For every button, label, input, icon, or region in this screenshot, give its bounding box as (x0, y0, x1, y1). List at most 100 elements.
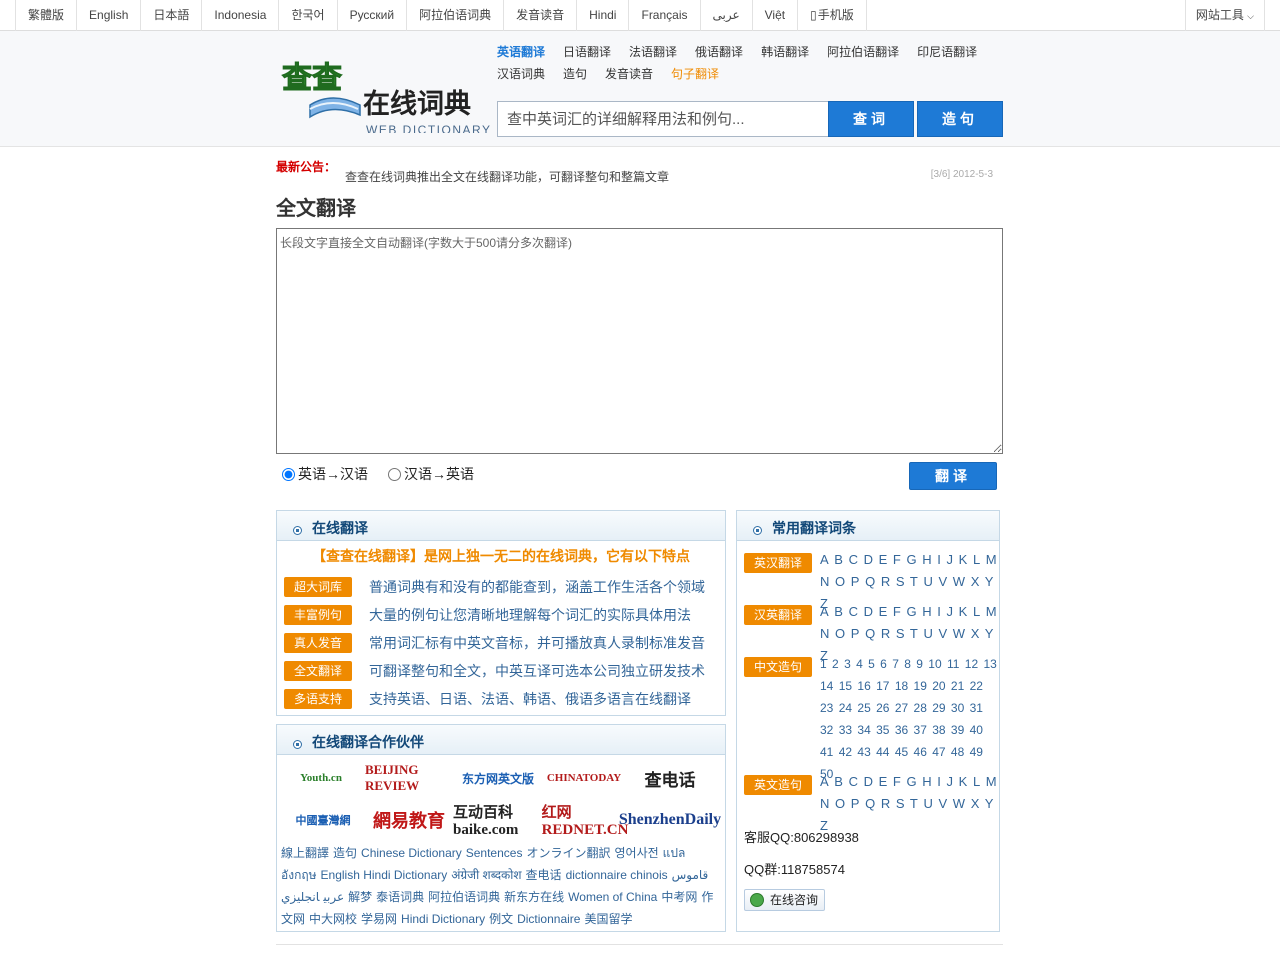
letter-link[interactable]: M (986, 552, 997, 567)
number-link[interactable]: 44 (876, 745, 889, 759)
language-link[interactable]: English (77, 0, 142, 31)
partner-link[interactable]: 学易网 (361, 912, 397, 926)
number-link[interactable]: 9 (916, 657, 923, 671)
number-link[interactable]: 42 (839, 745, 852, 759)
partner-link[interactable]: Dictionnaire (517, 912, 580, 926)
partner-logo[interactable]: 红网 REDNET.CN (542, 803, 629, 838)
number-link[interactable]: 35 (876, 723, 889, 737)
partner-link[interactable]: 中大网校 (309, 912, 357, 926)
partner-link[interactable]: 線上翻譯 (281, 846, 329, 860)
nav-link[interactable]: 造句 (563, 65, 587, 82)
number-link[interactable]: 49 (970, 745, 983, 759)
radio-en-zh[interactable]: 英语→汉语 (282, 464, 368, 484)
letter-link[interactable]: B (834, 604, 843, 619)
query-button[interactable]: 查词 (828, 101, 914, 137)
letter-link[interactable]: D (864, 604, 873, 619)
number-link[interactable]: 33 (839, 723, 852, 737)
letter-link[interactable]: P (851, 574, 860, 589)
letter-link[interactable]: H (922, 552, 931, 567)
nav-link[interactable]: 法语翻译 (629, 43, 677, 60)
number-link[interactable]: 39 (951, 723, 964, 737)
number-link[interactable]: 14 (820, 679, 833, 693)
letter-link[interactable]: A (820, 604, 829, 619)
letter-link[interactable]: J (947, 604, 954, 619)
language-link[interactable]: 한국어 (279, 0, 338, 31)
letter-link[interactable]: O (835, 574, 845, 589)
number-link[interactable]: 36 (895, 723, 908, 737)
letter-link[interactable]: E (879, 774, 888, 789)
letter-link[interactable]: E (879, 552, 888, 567)
number-link[interactable]: 38 (932, 723, 945, 737)
partner-logo[interactable]: ShenzhenDaily (619, 803, 721, 837)
letter-link[interactable]: Y (985, 626, 994, 641)
nav-link[interactable]: 英语翻译 (497, 43, 545, 60)
letter-link[interactable]: S (896, 796, 905, 811)
letter-link[interactable]: D (864, 552, 873, 567)
number-link[interactable]: 15 (839, 679, 852, 693)
letter-link[interactable]: H (922, 774, 931, 789)
nav-link[interactable]: 韩语翻译 (761, 43, 809, 60)
letter-link[interactable]: A (820, 774, 829, 789)
number-link[interactable]: 17 (876, 679, 889, 693)
letter-link[interactable]: B (834, 774, 843, 789)
letter-link[interactable]: V (938, 574, 947, 589)
partner-link[interactable]: 造句 (333, 846, 357, 860)
letter-link[interactable]: P (851, 796, 860, 811)
letter-link[interactable]: T (910, 796, 918, 811)
number-link[interactable]: 3 (844, 657, 851, 671)
letter-link[interactable]: I (937, 552, 941, 567)
nav-link[interactable]: 阿拉伯语翻译 (827, 43, 899, 60)
partner-link[interactable]: オンライン翻訳 (526, 846, 610, 860)
number-link[interactable]: 6 (880, 657, 887, 671)
letter-link[interactable]: Y (985, 796, 994, 811)
number-link[interactable]: 26 (876, 701, 889, 715)
partner-logo[interactable]: Youth.cn (281, 761, 361, 795)
partner-link[interactable]: 查电话 (526, 868, 562, 882)
number-link[interactable]: 34 (857, 723, 870, 737)
number-link[interactable]: 37 (914, 723, 927, 737)
partner-logo[interactable]: 东方网英文版 (453, 761, 543, 795)
feature-text[interactable]: 常用词汇标有中英文音标，并可播放真人录制标准发音 (369, 633, 705, 653)
letter-link[interactable]: R (881, 796, 890, 811)
partner-logo[interactable]: 查电话 (625, 761, 715, 795)
letter-link[interactable]: X (971, 796, 980, 811)
letter-link[interactable]: U (923, 626, 932, 641)
letter-link[interactable]: Q (865, 574, 875, 589)
letter-link[interactable]: F (893, 774, 901, 789)
letter-link[interactable]: G (907, 552, 917, 567)
number-link[interactable]: 19 (914, 679, 927, 693)
partner-link[interactable]: 泰语词典 (376, 890, 424, 904)
number-link[interactable]: 47 (932, 745, 945, 759)
partner-link[interactable]: 美国留学 (584, 912, 632, 926)
letter-link[interactable]: G (907, 604, 917, 619)
letter-link[interactable]: F (893, 604, 901, 619)
language-link[interactable]: 繁體版 (16, 0, 78, 31)
language-link[interactable]: Français (629, 0, 701, 31)
radio-zh-en[interactable]: 汉语→英语 (388, 464, 474, 484)
number-link[interactable]: 16 (857, 679, 870, 693)
partner-link[interactable]: 解梦 (348, 890, 372, 904)
letter-link[interactable]: Y (985, 574, 994, 589)
partner-link[interactable]: 阿拉伯语词典 (428, 890, 500, 904)
site-tools-menu[interactable]: 网站工具 ⌵ (1184, 0, 1265, 31)
radio-en-zh-input[interactable] (282, 467, 295, 481)
letter-link[interactable]: X (971, 626, 980, 641)
number-link[interactable]: 27 (895, 701, 908, 715)
letter-link[interactable]: U (923, 574, 932, 589)
feature-text[interactable]: 支持英语、日语、法语、韩语、俄语多语言在线翻译 (369, 689, 691, 709)
number-link[interactable]: 8 (904, 657, 911, 671)
number-link[interactable]: 32 (820, 723, 833, 737)
partner-link[interactable]: 例文 (489, 912, 513, 926)
letter-link[interactable]: I (937, 604, 941, 619)
partner-logo[interactable]: 中國臺灣網 (281, 803, 365, 837)
letter-link[interactable]: F (893, 552, 901, 567)
letter-link[interactable]: V (938, 796, 947, 811)
partner-link[interactable]: अंग्रेजी शब्दकोश (451, 868, 521, 882)
language-link[interactable]: Indonesia (202, 0, 280, 31)
letter-link[interactable]: C (849, 604, 858, 619)
letter-link[interactable]: X (971, 574, 980, 589)
partner-logo[interactable]: CHINATODAY (545, 761, 623, 795)
letter-link[interactable]: L (973, 552, 980, 567)
letter-link[interactable]: O (835, 796, 845, 811)
letter-link[interactable]: T (910, 626, 918, 641)
